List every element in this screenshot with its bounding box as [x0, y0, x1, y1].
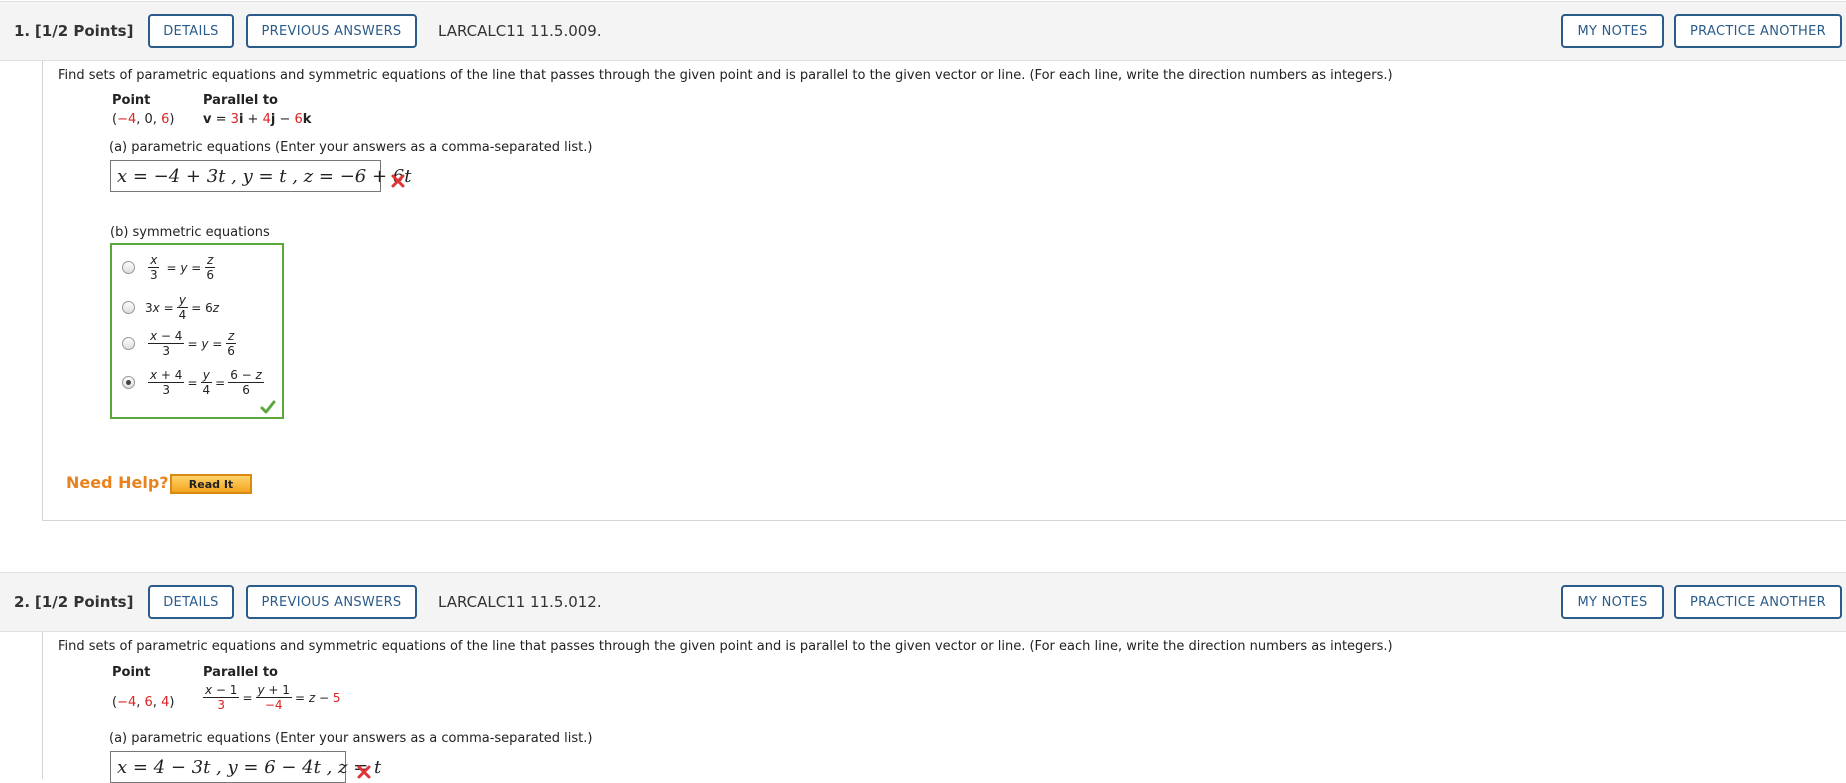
practice-another-button[interactable]: PRACTICE ANOTHER [1674, 585, 1842, 619]
parallel-header: Parallel to [203, 665, 278, 680]
symmetric-options-box: x3 = y = z6 3x = y4 = 6z x − 43 = y = z6… [110, 243, 284, 419]
option-3[interactable]: x − 43 = y = z6 [122, 329, 240, 358]
question-number: 1. [1/2 Points] [14, 22, 134, 40]
part-a-label: (a) parametric equations (Enter your ans… [109, 731, 593, 746]
option-4-selected[interactable]: x + 43 = y4 = 6 − z6 [122, 368, 267, 397]
question-2-body: Find sets of parametric equations and sy… [42, 631, 1846, 783]
question-number: 2. [1/2 Points] [14, 593, 134, 611]
problem-code: LARCALC11 11.5.012. [438, 593, 602, 611]
previous-answers-button[interactable]: PREVIOUS ANSWERS [246, 585, 417, 619]
correct-check-icon [260, 400, 276, 414]
point-header: Point [112, 665, 151, 680]
read-it-button[interactable]: Read It [170, 474, 252, 494]
previous-answers-button[interactable]: PREVIOUS ANSWERS [246, 14, 417, 48]
given-line: x − 13 = y + 1 −4 = z − 5 [203, 683, 341, 712]
incorrect-x-icon [391, 174, 405, 188]
details-button[interactable]: DETAILS [148, 14, 234, 48]
need-help-label: Need Help? [66, 473, 169, 492]
given-vector: v = 3i + 4j − 6k [203, 112, 312, 127]
question-1-header: 1. [1/2 Points] DETAILS PREVIOUS ANSWERS… [0, 1, 1846, 61]
parametric-answer-input[interactable]: x = 4 − 3t , y = 6 − 4t , z = t [110, 751, 381, 783]
given-point: (−4, 0, 6) [112, 112, 175, 127]
radio-button-selected[interactable] [122, 376, 135, 389]
option-2[interactable]: 3x = y4 = 6z [122, 293, 219, 322]
option-1[interactable]: x3 = y = z6 [122, 253, 219, 282]
parallel-header: Parallel to [203, 93, 278, 108]
details-button[interactable]: DETAILS [148, 585, 234, 619]
question-prompt: Find sets of parametric equations and sy… [58, 68, 1393, 83]
question-2-header: 2. [1/2 Points] DETAILS PREVIOUS ANSWERS… [0, 572, 1846, 632]
part-b-label: (b) symmetric equations [110, 225, 270, 240]
question-1-body: Find sets of parametric equations and sy… [42, 60, 1846, 521]
point-header: Point [112, 93, 151, 108]
question-prompt: Find sets of parametric equations and sy… [58, 639, 1393, 654]
practice-another-button[interactable]: PRACTICE ANOTHER [1674, 14, 1842, 48]
my-notes-button[interactable]: MY NOTES [1561, 14, 1664, 48]
radio-button[interactable] [122, 301, 135, 314]
my-notes-button[interactable]: MY NOTES [1561, 585, 1664, 619]
incorrect-x-icon [357, 765, 371, 779]
parametric-answer-input[interactable]: x = −4 + 3t , y = t , z = −6 + 6t [110, 160, 411, 192]
radio-button[interactable] [122, 337, 135, 350]
problem-code: LARCALC11 11.5.009. [438, 22, 602, 40]
part-a-label: (a) parametric equations (Enter your ans… [109, 140, 593, 155]
given-point: (−4, 6, 4) [112, 695, 175, 710]
radio-button[interactable] [122, 261, 135, 274]
